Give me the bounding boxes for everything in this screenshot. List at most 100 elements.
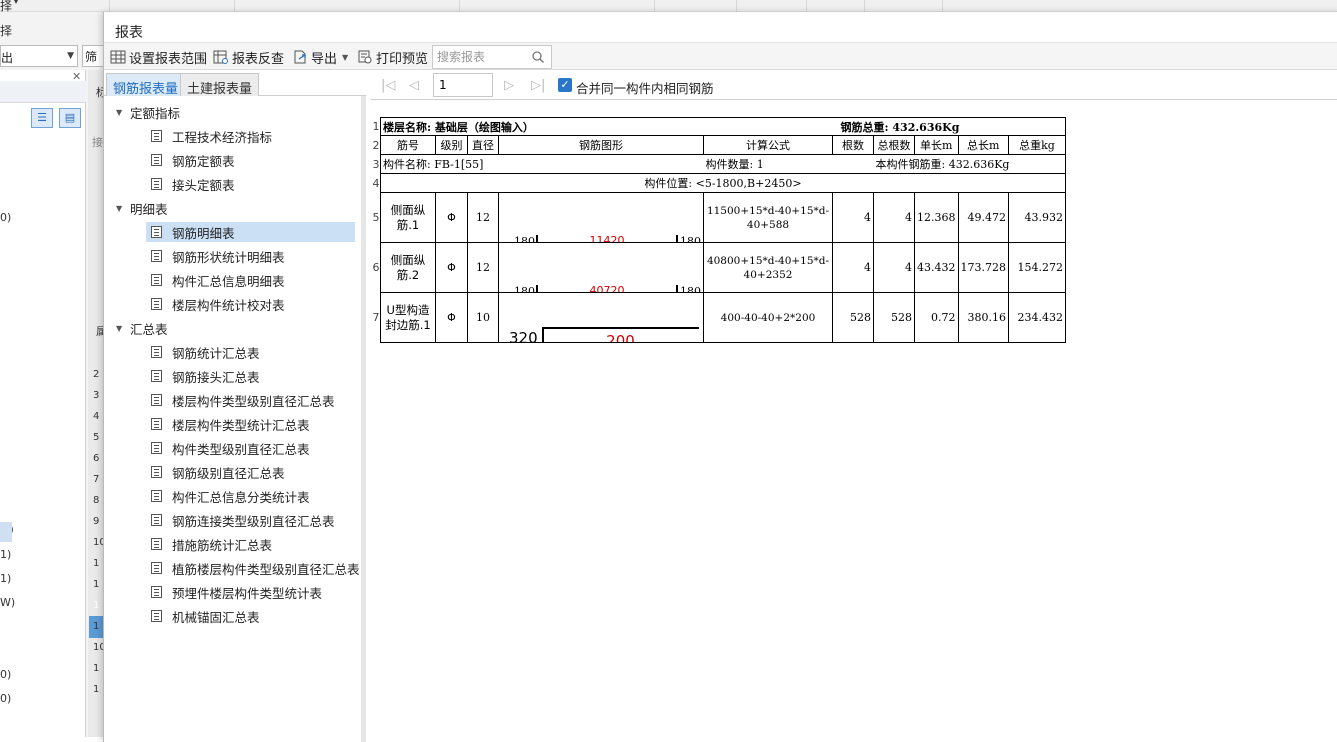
tree-group-label: 定额指标 <box>130 105 181 121</box>
export-icon <box>292 49 308 65</box>
tree-item-label: 构件汇总信息分类统计表 <box>172 489 310 505</box>
collapse-arrow-icon[interactable]: ▼ <box>116 324 126 333</box>
document-icon <box>151 370 162 382</box>
tab-rebar-report[interactable]: 钢筋报表量 <box>106 73 186 97</box>
page-number-input[interactable] <box>433 73 493 97</box>
tree-item-report[interactable]: 机械锚固汇总表 <box>146 606 355 626</box>
tree-item-label: 措施筋统计汇总表 <box>172 537 273 553</box>
tab-civil-report[interactable]: 土建报表量 <box>180 73 260 97</box>
rebar-grade: Φ <box>435 292 468 343</box>
report-reverse-check-button[interactable]: 报表反查 <box>213 47 284 67</box>
first-page-icon[interactable]: |◁ <box>381 78 395 93</box>
column-header: 钢筋图形 <box>498 135 704 155</box>
background-top-strip <box>0 0 1337 12</box>
page-navigation-bar: |◁ ◁ ▷ ▷| ✓ 合并同一构件内相同钢筋 <box>371 72 1337 100</box>
tree-item-report[interactable]: 工程技术经济指标 <box>146 126 355 146</box>
column-header: 计算公式 <box>703 135 833 155</box>
merge-same-rebar-checkbox[interactable]: ✓ <box>558 78 572 92</box>
next-page-icon[interactable]: ▷ <box>504 78 514 93</box>
previous-page-icon[interactable]: ◁ <box>409 78 419 93</box>
background-combo[interactable]: 出 ▼ <box>0 45 78 67</box>
tree-group[interactable]: ▼ 汇总表 <box>104 318 168 338</box>
merge-same-rebar-label: 合并同一构件内相同钢筋 <box>576 81 714 96</box>
tree-item-report[interactable]: 构件汇总信息明细表 <box>146 270 355 290</box>
list-view-icon[interactable]: ☰ <box>31 108 53 128</box>
set-report-range-button[interactable]: 设置报表范围 <box>110 47 207 67</box>
document-icon <box>151 514 162 526</box>
collapse-arrow-icon[interactable]: ▼ <box>116 204 126 213</box>
collapse-arrow-icon[interactable]: ▼ <box>116 108 126 117</box>
table-row[interactable]: U型构造封边筋.1 Φ 10 320 200 400-40-40+2*200 528 528 0… <box>380 292 1066 343</box>
tree-item-label: 钢筋级别直径汇总表 <box>172 465 285 481</box>
total-length: 173.728 <box>957 242 1009 293</box>
last-page-icon[interactable]: ▷| <box>531 78 545 93</box>
document-icon <box>151 346 162 358</box>
table-row[interactable]: 侧面纵筋.2 Φ 12 180 40720 180 40800+15*d-40+15*d-4… <box>380 242 1066 293</box>
dropdown-caret-icon: ▼ <box>342 52 349 62</box>
rebar-diameter: 12 <box>467 192 499 243</box>
detail-view-icon[interactable]: ▤ <box>59 108 81 128</box>
dialog-titlebar[interactable]: 报表 <box>104 12 1337 42</box>
document-icon <box>151 538 162 550</box>
background-menu-text[interactable]: 择 <box>0 0 12 14</box>
tree-item-report[interactable]: 措施筋统计汇总表 <box>146 534 355 554</box>
rebar-shape-cell: 320 200 <box>498 292 704 343</box>
document-icon <box>151 418 162 430</box>
tree-item-report[interactable]: 楼层构件类型统计汇总表 <box>146 414 355 434</box>
bar-count: 4 <box>832 192 874 243</box>
unit-length: 43.432 <box>914 242 959 293</box>
tree-item-report[interactable]: 楼层构件统计校对表 <box>146 294 355 314</box>
report-preview-area: |◁ ◁ ▷ ▷| ✓ 合并同一构件内相同钢筋 1234567 楼层名称: 基础… <box>371 72 1337 742</box>
tree-item-report[interactable]: 钢筋连接类型级别直径汇总表 <box>146 510 355 530</box>
total-weight: 43.932 <box>1008 192 1066 243</box>
tree-item-label: 钢筋接头汇总表 <box>172 369 260 385</box>
component-rebar-weight: 本构件钢筋重: 432.636Kg <box>873 154 1066 174</box>
column-header: 级别 <box>435 135 468 155</box>
search-icon[interactable] <box>531 50 545 64</box>
tree-item-report[interactable]: 接头定额表 <box>146 174 355 194</box>
tree-item-report[interactable]: 植筋楼层构件类型级别直径汇总表 <box>146 558 360 578</box>
tree-item-label: 接头定额表 <box>172 177 235 193</box>
tree-item-report[interactable]: 楼层构件类型级别直径汇总表 <box>146 390 355 410</box>
rebar-diameter: 12 <box>467 242 499 293</box>
dialog-title: 报表 <box>115 25 143 41</box>
total-rebar-weight: 钢筋总重: 432.636Kg <box>832 117 1066 136</box>
tree-group[interactable]: ▼ 明细表 <box>104 198 168 218</box>
rebar-name: 侧面纵筋.2 <box>380 242 436 293</box>
tree-item-label: 楼层构件统计校对表 <box>172 297 285 313</box>
export-button[interactable]: 导出 ▼ <box>292 47 348 67</box>
tree-group[interactable]: ▼ 定额指标 <box>104 102 180 122</box>
rebar-shape-cell: 180 11420 180 <box>498 192 704 243</box>
tree-group-label: 明细表 <box>130 201 168 217</box>
rebar-diameter: 10 <box>467 292 499 343</box>
report-tree: ▼ 定额指标工程技术经济指标 钢筋定额表接头定额表 ▼ 明细表钢筋明细表钢筋形状统计明细… <box>104 96 366 742</box>
column-header: 总根数 <box>873 135 915 155</box>
tree-item-report[interactable]: 钢筋接头汇总表 <box>146 366 355 386</box>
component-name: 构件名称: FB-1[55] <box>380 154 704 174</box>
total-length: 380.16 <box>957 292 1009 343</box>
document-icon <box>151 226 162 238</box>
report-type-tabs: 钢筋报表量 土建报表量 <box>104 72 366 97</box>
tree-item-label: 构件类型级别直径汇总表 <box>172 441 310 457</box>
calc-formula: 11500+15*d-40+15*d-40+588 <box>703 192 833 243</box>
tree-item-report[interactable]: 钢筋级别直径汇总表 <box>146 462 355 482</box>
column-header: 直径 <box>467 135 499 155</box>
tree-item-label: 钢筋形状统计明细表 <box>172 249 285 265</box>
floor-name: 楼层名称: 基础层（绘图输入） <box>380 117 833 136</box>
table-row[interactable]: 侧面纵筋.1 Φ 12 180 11420 180 11500+15*d-40+15*d-4… <box>380 192 1066 243</box>
column-header: 单长m <box>914 135 959 155</box>
tree-item-report[interactable]: 钢筋形状统计明细表 <box>146 246 355 266</box>
tree-item-report[interactable]: 钢筋定额表 <box>146 150 355 170</box>
print-preview-button[interactable]: 打印预览 <box>357 47 428 67</box>
print-preview-icon <box>357 49 373 65</box>
tree-item-report[interactable]: 预埋件楼层构件类型统计表 <box>146 582 355 602</box>
background-menu-text[interactable]: 择 <box>0 22 12 39</box>
tree-item-report[interactable]: 构件类型级别直径汇总表 <box>146 438 355 458</box>
total-bar-count: 528 <box>873 292 915 343</box>
calc-formula: 40800+15*d-40+15*d-40+2352 <box>703 242 833 293</box>
tree-item-report[interactable]: 钢筋明细表 <box>146 222 355 242</box>
column-header: 总重kg <box>1008 135 1066 155</box>
document-icon <box>151 298 162 310</box>
tree-item-report[interactable]: 钢筋统计汇总表 <box>146 342 355 362</box>
tree-item-report[interactable]: 构件汇总信息分类统计表 <box>146 486 355 506</box>
